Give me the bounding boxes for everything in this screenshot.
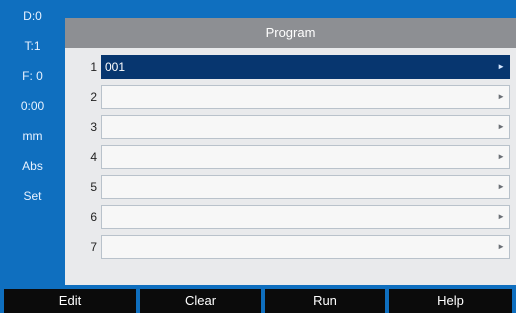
- program-field-2[interactable]: ►: [101, 85, 510, 109]
- program-row-6[interactable]: 6 ►: [65, 204, 516, 230]
- program-field-3[interactable]: ►: [101, 115, 510, 139]
- row-number: 1: [90, 60, 97, 74]
- program-row-1[interactable]: 1 001 ►: [65, 54, 516, 80]
- triangle-right-icon[interactable]: ►: [497, 236, 505, 258]
- program-row-2[interactable]: 2 ►: [65, 84, 516, 110]
- edit-button[interactable]: Edit: [4, 289, 136, 313]
- triangle-right-icon[interactable]: ►: [497, 176, 505, 198]
- units-status[interactable]: mm: [0, 126, 65, 146]
- softkey-bar: Edit Clear Run Help: [0, 285, 516, 313]
- program-field-7[interactable]: ►: [101, 235, 510, 259]
- datum-status[interactable]: Set: [0, 186, 65, 206]
- program-header: Program: [65, 18, 516, 48]
- program-field-4[interactable]: ►: [101, 145, 510, 169]
- feed-status[interactable]: F: 0: [0, 66, 65, 86]
- row-number: 2: [90, 90, 97, 104]
- page-title: Program: [265, 25, 316, 40]
- program-field-1[interactable]: 001 ►: [101, 55, 510, 79]
- triangle-right-icon[interactable]: ►: [497, 86, 505, 108]
- mode-status[interactable]: Abs: [0, 156, 65, 176]
- time-status[interactable]: 0:00: [0, 96, 65, 116]
- triangle-right-icon[interactable]: ►: [497, 56, 505, 78]
- run-button[interactable]: Run: [265, 289, 385, 313]
- triangle-right-icon[interactable]: ►: [497, 146, 505, 168]
- program-row-3[interactable]: 3 ►: [65, 114, 516, 140]
- display-status[interactable]: D:0: [0, 6, 65, 26]
- row-number: 7: [90, 240, 97, 254]
- triangle-right-icon[interactable]: ►: [497, 116, 505, 138]
- program-value: 001: [105, 60, 126, 74]
- tool-status[interactable]: T:1: [0, 36, 65, 56]
- row-number: 5: [90, 180, 97, 194]
- clear-button[interactable]: Clear: [140, 289, 261, 313]
- row-number: 4: [90, 150, 97, 164]
- triangle-right-icon[interactable]: ►: [497, 206, 505, 228]
- program-row-7[interactable]: 7 ►: [65, 234, 516, 260]
- status-column: D:0 T:1 F: 0 0:00 mm Abs Set: [0, 0, 65, 285]
- program-field-6[interactable]: ►: [101, 205, 510, 229]
- program-field-5[interactable]: ►: [101, 175, 510, 199]
- row-number: 3: [90, 120, 97, 134]
- program-row-5[interactable]: 5 ►: [65, 174, 516, 200]
- help-button[interactable]: Help: [389, 289, 512, 313]
- row-number: 6: [90, 210, 97, 224]
- program-row-4[interactable]: 4 ►: [65, 144, 516, 170]
